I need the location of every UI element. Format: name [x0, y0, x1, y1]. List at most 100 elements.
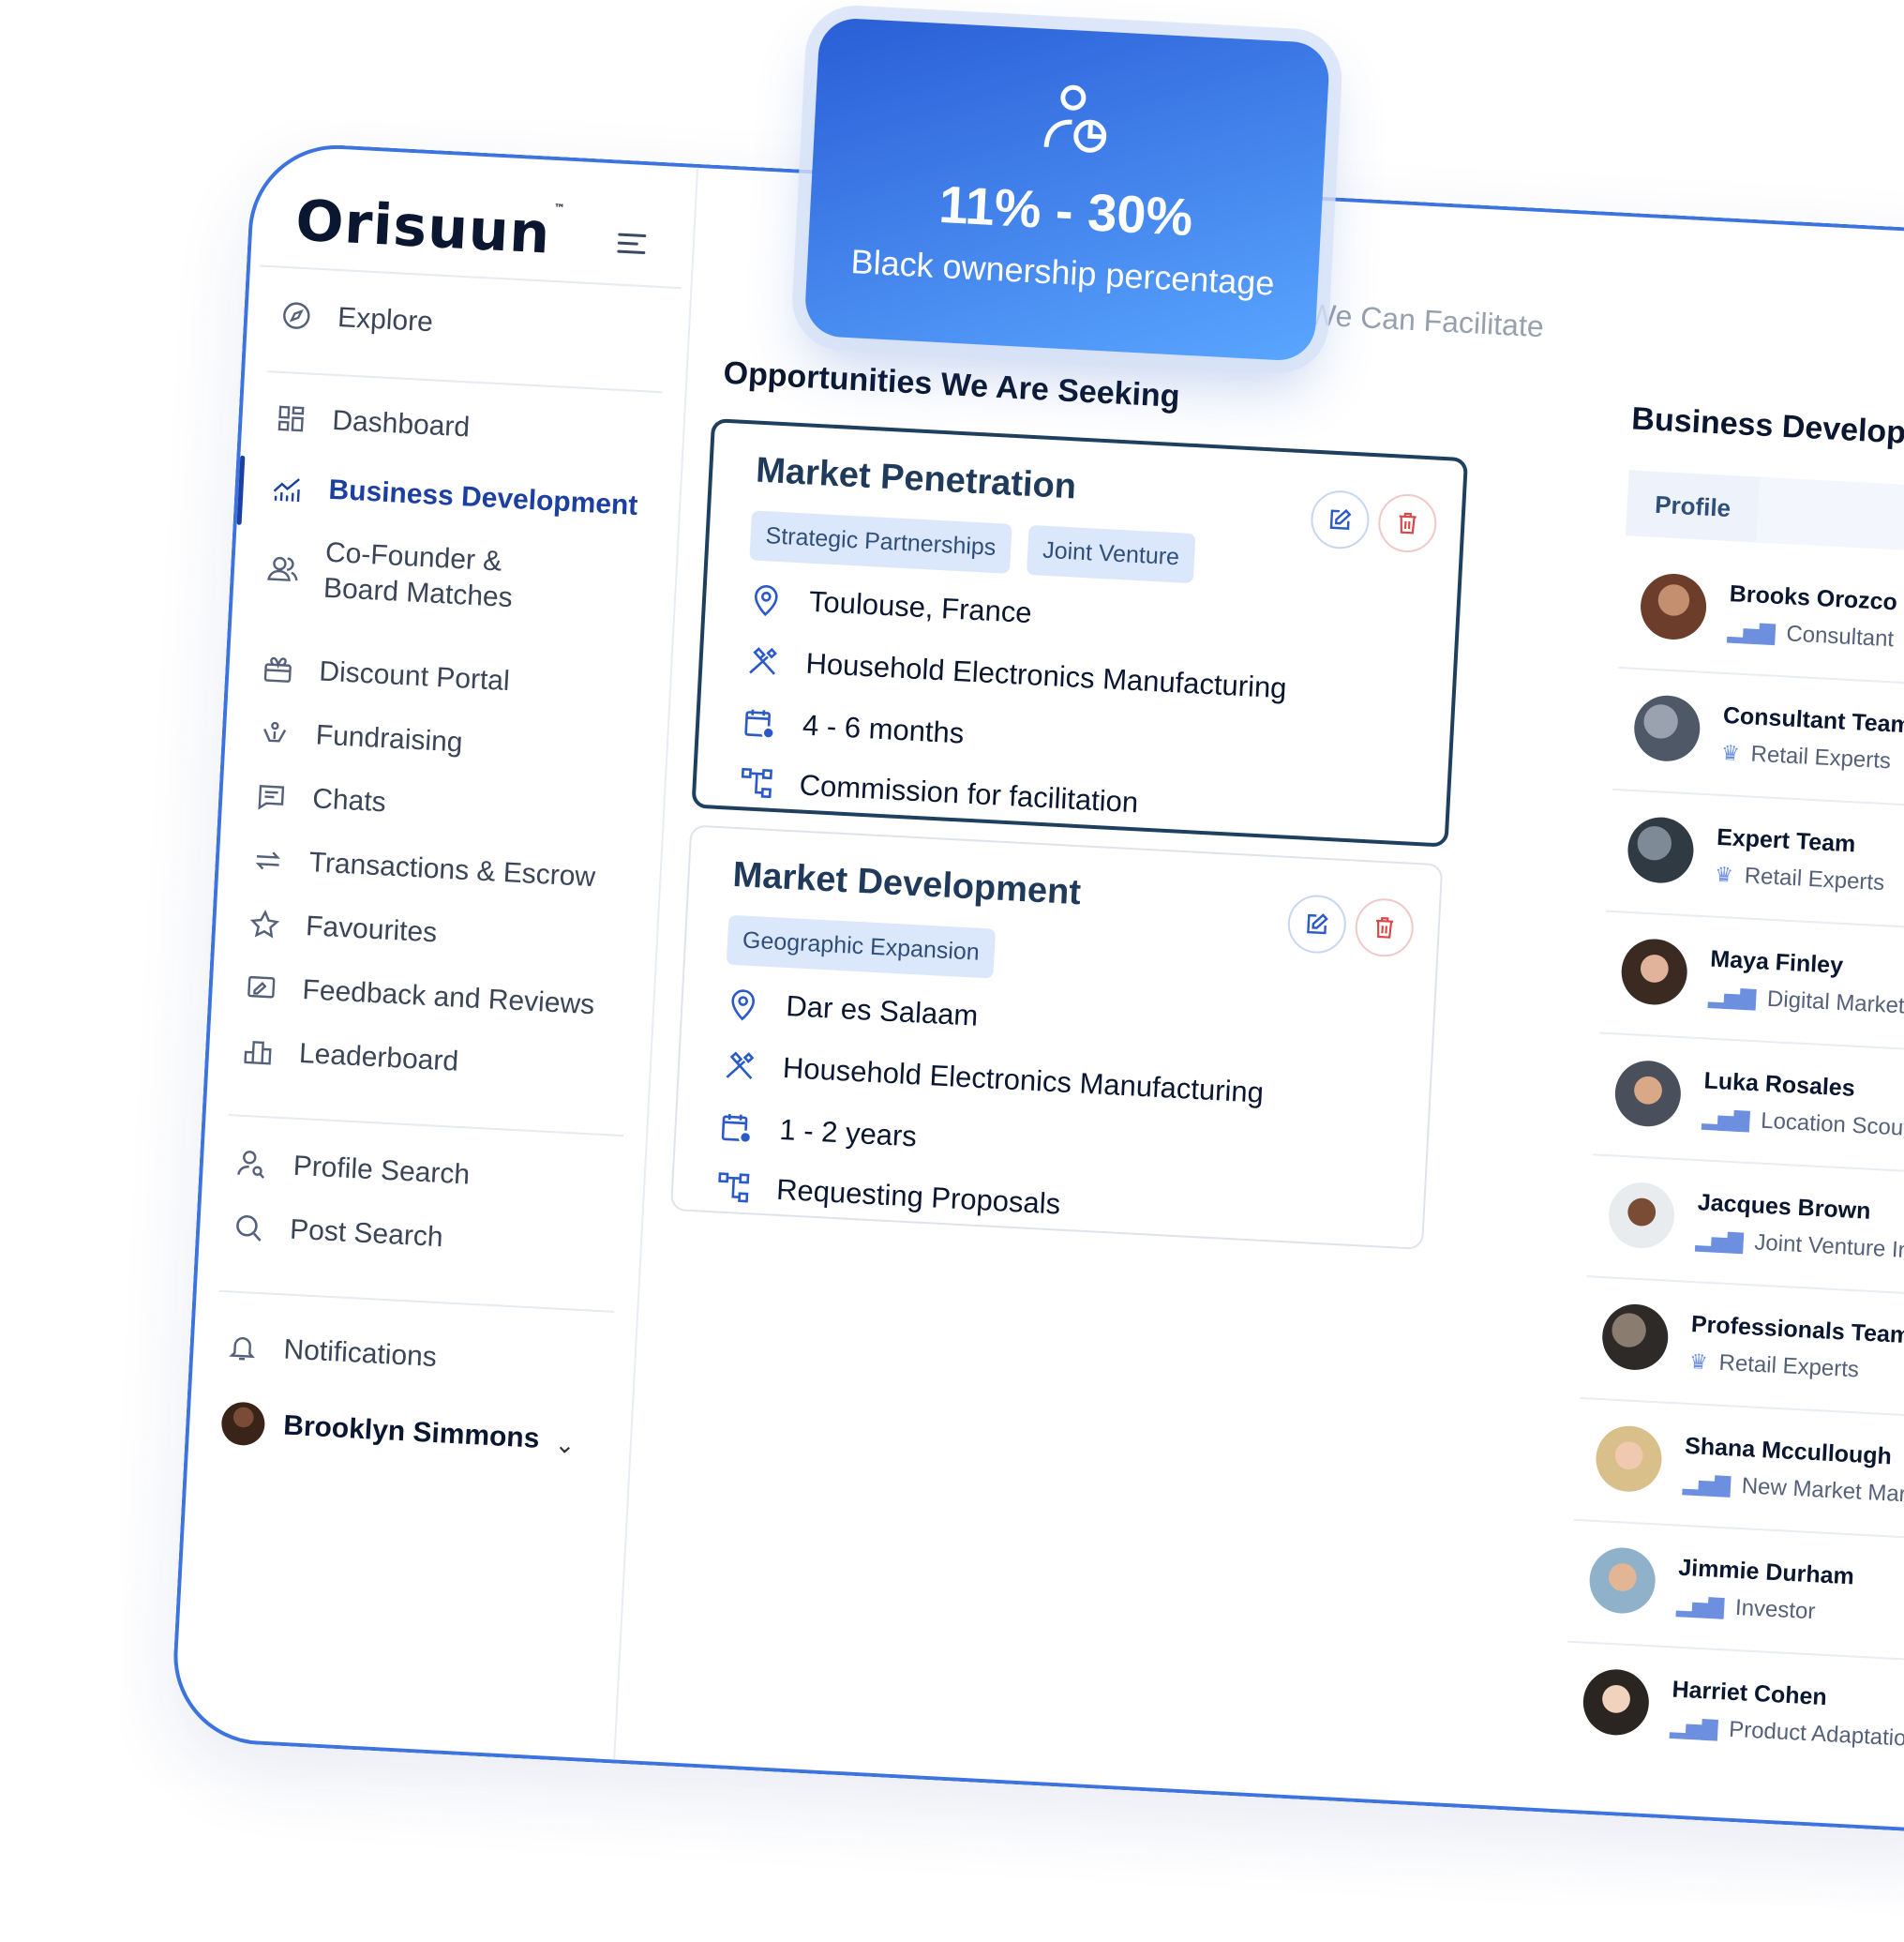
nav-label: Dashboard [331, 404, 471, 444]
person-name: Maya Finley [1709, 945, 1844, 979]
edit-button[interactable] [1309, 489, 1372, 550]
podium-icon [240, 1034, 276, 1070]
divider [218, 1289, 615, 1313]
nav-transactions-escrow[interactable]: Transactions & Escrow [250, 843, 596, 895]
nav-explore[interactable]: Explore [278, 298, 434, 340]
location-pin-icon [724, 985, 763, 1024]
chart-icon [270, 471, 306, 506]
card-title: Market Penetration [755, 450, 1078, 507]
tag: Strategic Partnerships [749, 510, 1012, 574]
sidebar: Orisuun™ Explore Dashboard Business Deve… [172, 144, 699, 1760]
person-name: Harriet Cohen [1671, 1676, 1828, 1711]
industry-row: Household Electronics Manufacturing [743, 641, 1288, 707]
person-role: ♛ Retail Experts [1720, 740, 1892, 775]
search-icon [231, 1210, 266, 1245]
nav-label: Leaderboard [298, 1037, 459, 1077]
nav-profile-search[interactable]: Profile Search [234, 1147, 471, 1193]
nav-business-development[interactable]: Business Development [270, 471, 638, 523]
opportunity-card[interactable]: Market Development Geographic Expansion … [669, 824, 1444, 1250]
nav-dashboard[interactable]: Dashboard [274, 401, 471, 445]
terms-text: Requesting Proposals [775, 1172, 1062, 1221]
nav-label: Transactions & Escrow [307, 847, 596, 894]
industry-text: Household Electronics Manufacturing [782, 1050, 1265, 1109]
delete-button[interactable] [1354, 896, 1416, 958]
location-pin-icon [746, 580, 786, 619]
nav-fundraising[interactable]: Fundraising [257, 715, 463, 760]
stat-card: 11% - 30% Black ownership percentage [803, 17, 1331, 363]
edit-button[interactable] [1286, 893, 1348, 956]
location-row: Dar es Salaam [724, 985, 980, 1035]
nav-label: Post Search [289, 1213, 444, 1254]
location-text: Dar es Salaam [785, 989, 980, 1032]
nav-label: Co-Founder & Board Matches [322, 536, 514, 614]
industry-text: Household Electronics Manufacturing [804, 646, 1288, 705]
person-role: ▂▅▇ Joint Venture Integration [1695, 1227, 1904, 1269]
person-role: ▂▅▇ Product Adaptation [1669, 1714, 1904, 1753]
divider [267, 370, 663, 394]
profile-search-icon [234, 1147, 270, 1182]
nav-chats[interactable]: Chats [253, 779, 386, 820]
nav-discount-portal[interactable]: Discount Portal [261, 652, 511, 699]
user-pie-icon [1043, 84, 1107, 153]
nav-label: Discount Portal [318, 655, 511, 698]
person-name: Jimmie Durham [1677, 1554, 1855, 1590]
divider [259, 264, 682, 290]
edit-icon [1307, 913, 1328, 935]
consultant-list: Profile Brooks Orozco ▂▅▇ Consultant Cons… [1567, 470, 1904, 1752]
avatar [1639, 572, 1708, 641]
user-menu[interactable]: Brooklyn Simmons [220, 1401, 540, 1461]
tag-list: Geographic Expansion [726, 914, 997, 979]
tools-icon [720, 1046, 759, 1085]
tools-icon [743, 641, 783, 681]
user-name: Brooklyn Simmons [282, 1409, 541, 1454]
nav-label: Feedback and Reviews [301, 974, 595, 1021]
delete-button[interactable] [1376, 492, 1438, 554]
seeking-title: Opportunities We Are Seeking [722, 354, 1181, 415]
avatar [1613, 1059, 1683, 1129]
bell-icon [225, 1330, 261, 1365]
person-name: Professionals Team [1690, 1311, 1904, 1349]
person-name: Expert Team [1716, 823, 1857, 858]
tab-profile[interactable]: Profile [1625, 470, 1761, 543]
terms-row: Commission for facilitation [737, 763, 1139, 821]
card-title: Market Development [731, 854, 1082, 913]
bar-chart-icon: ▂▅▇ [1701, 1106, 1750, 1132]
nav-notifications[interactable]: Notifications [225, 1330, 438, 1375]
main-content: Opportunities We Are Seeking Opportuniti… [613, 168, 1904, 1830]
nav-label: Notifications [282, 1333, 438, 1374]
workflow-icon [713, 1167, 753, 1207]
avatar [1600, 1302, 1671, 1372]
chevron-down-icon[interactable]: ⌄ [554, 1430, 576, 1460]
list-item[interactable]: Harriet Cohen ▂▅▇ Product Adaptation [1561, 1641, 1904, 1785]
nav-cofounder-matches[interactable]: Co-Founder & Board Matches [264, 532, 570, 619]
nav-leaderboard[interactable]: Leaderboard [240, 1034, 459, 1079]
bar-chart-icon: ▂▅▇ [1695, 1227, 1745, 1254]
opportunity-card[interactable]: Market Penetration Strategic Partnership… [691, 418, 1469, 848]
app-window: Orisuun™ Explore Dashboard Business Deve… [169, 141, 1904, 1834]
brand-logo[interactable]: Orisuun™ [294, 188, 566, 268]
person-name: Consultant Team [1722, 701, 1904, 739]
avatar [1626, 815, 1696, 885]
nav-post-search[interactable]: Post Search [231, 1210, 443, 1255]
crown-icon: ♛ [1720, 740, 1741, 765]
duration-row: 4 - 6 months [740, 703, 965, 752]
person-role: ▂▅▇ Investor [1675, 1592, 1817, 1625]
nav-feedback-reviews[interactable]: Feedback and Reviews [244, 971, 595, 1023]
person-role: ♛ Retail Experts [1688, 1348, 1860, 1383]
collapse-menu-icon[interactable] [617, 233, 650, 256]
nav-label: Chats [311, 783, 387, 819]
avatar [1582, 1667, 1651, 1738]
avatar [220, 1401, 266, 1447]
duration-text: 4 - 6 months [802, 708, 966, 750]
terms-text: Commission for facilitation [798, 768, 1140, 820]
nav-favourites[interactable]: Favourites [247, 907, 438, 951]
avatar [1619, 937, 1689, 1007]
avatar [1594, 1423, 1664, 1494]
bar-chart-icon: ▂▅▇ [1669, 1714, 1718, 1741]
chat-icon [253, 779, 289, 815]
nav-label: Favourites [305, 911, 438, 949]
grid-icon [274, 401, 309, 437]
calendar-clock-icon [717, 1107, 757, 1147]
avatar [1632, 694, 1702, 763]
person-role: ▂▅▇ Consultant [1727, 619, 1895, 653]
